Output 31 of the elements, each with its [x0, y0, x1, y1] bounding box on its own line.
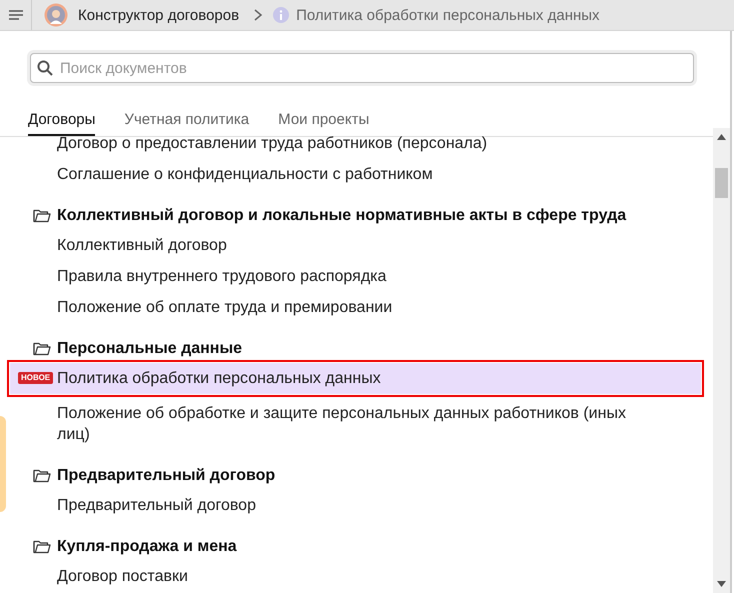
- menu-icon: [8, 10, 22, 20]
- document-item[interactable]: НОВОЕ Политика обработки персональных данных: [10, 363, 701, 394]
- document-item[interactable]: Коллективный договор: [10, 230, 701, 261]
- group-title[interactable]: Предварительный договор: [57, 467, 276, 485]
- breadcrumb-current: Политика обработки персональных данных: [296, 6, 600, 24]
- group-title[interactable]: Персональные данные: [57, 340, 242, 358]
- document-item[interactable]: Положение об оплате труда и премировании: [10, 292, 701, 323]
- group-title[interactable]: Коллективный договор и локальные нормативные акты в сфере труда: [57, 207, 626, 225]
- folder-icon: [33, 342, 51, 356]
- info-icon: [273, 7, 290, 23]
- document-item[interactable]: Правила внутреннего трудового распорядка: [10, 261, 701, 292]
- avatar-icon[interactable]: [44, 3, 68, 27]
- chevron-icon: [253, 9, 264, 21]
- search-icon: [37, 60, 53, 76]
- document-item[interactable]: Предварительный договор: [10, 490, 701, 521]
- side-tab[interactable]: [0, 416, 6, 512]
- document-item[interactable]: Договор поставки: [10, 561, 701, 592]
- document-item[interactable]: Соглашение о конфиденциальности с работником: [10, 159, 701, 190]
- folder-icon: [33, 209, 51, 223]
- tab[interactable]: Договоры: [28, 107, 96, 136]
- scrollbar[interactable]: [713, 128, 730, 593]
- breadcrumb-link[interactable]: Конструктор договоров: [78, 6, 240, 24]
- scroll-down-icon[interactable]: [717, 581, 726, 587]
- scroll-up-icon[interactable]: [717, 134, 726, 140]
- folder-icon: [33, 540, 51, 554]
- scroll-thumb[interactable]: [715, 168, 728, 198]
- folder-icon: [33, 469, 51, 483]
- group-title[interactable]: Купля-продажа и мена: [57, 538, 237, 556]
- new-badge: НОВОЕ: [18, 372, 54, 384]
- search-field[interactable]: Поиск документов: [30, 53, 694, 83]
- document-item[interactable]: Положение об обработке и защите персональных данных работников (иных лиц): [10, 398, 701, 450]
